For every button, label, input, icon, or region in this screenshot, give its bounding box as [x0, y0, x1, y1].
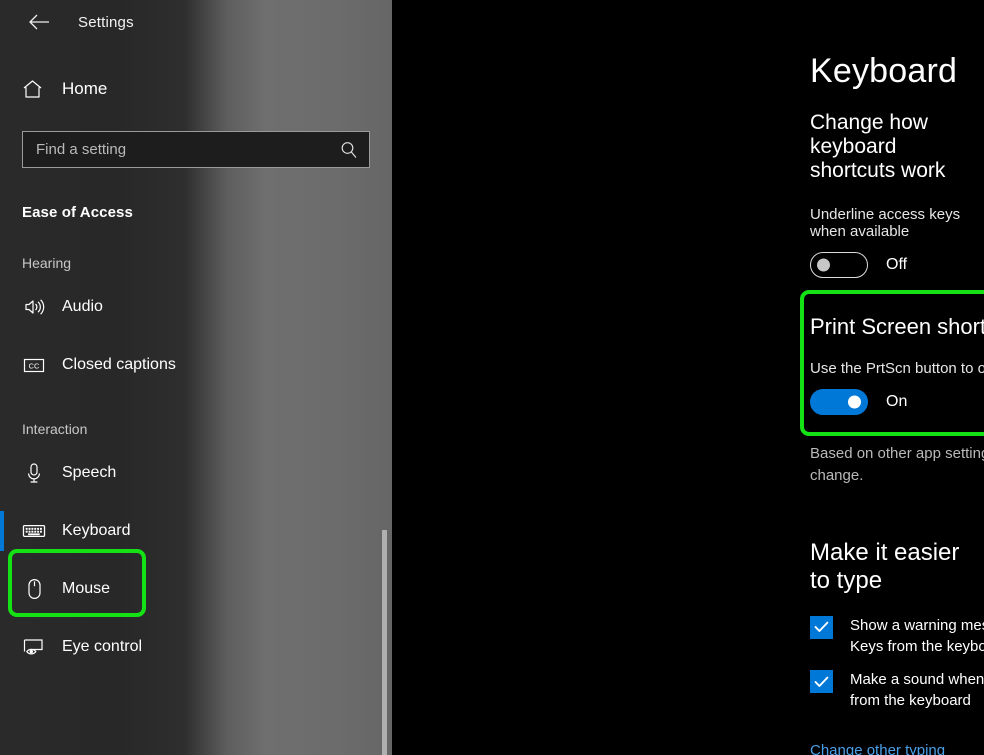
checkbox-row-sticky-warning[interactable]: Show a warning message when turning on S…: [810, 615, 984, 658]
check-icon: [814, 621, 829, 632]
checkbox-row-sticky-sound[interactable]: Make a sound when turning Sticky Keys, T…: [810, 669, 984, 712]
sidebar-category-title: Ease of Access: [22, 204, 133, 221]
page-title: Keyboard: [810, 52, 958, 90]
search-input[interactable]: [36, 141, 339, 158]
search-box[interactable]: [22, 131, 370, 168]
settings-sidebar: Settings Home Ease o: [0, 0, 392, 755]
toggle-knob: [848, 395, 861, 409]
sidebar-item-label-home: Home: [62, 79, 108, 98]
checkbox-sticky-warning[interactable]: [810, 615, 833, 639]
checkbox-sticky-sound[interactable]: [810, 670, 833, 694]
sidebar-item-label-mouse: Mouse: [62, 580, 111, 597]
sidebar-item-eye-control[interactable]: Eye control: [0, 625, 392, 669]
title-bar: Settings: [0, 0, 392, 44]
sidebar-item-mouse[interactable]: Mouse: [0, 567, 392, 611]
sidebar-item-label-audio: Audio: [62, 298, 103, 315]
underline-access-keys-state: Off: [886, 256, 908, 273]
section-heading-typing: Make it easier to type: [810, 538, 960, 594]
back-button[interactable]: [22, 7, 56, 37]
keyboard-icon: [22, 519, 46, 543]
sidebar-item-label-eye-control: Eye control: [62, 638, 143, 655]
speaker-icon: [22, 295, 46, 319]
toggle-knob: [817, 258, 830, 272]
print-screen-description: Use the PrtScn button to open screen sni…: [810, 360, 984, 377]
section-heading-shortcuts: Change how keyboard shortcuts work: [810, 111, 946, 182]
underline-access-keys-toggle[interactable]: [810, 252, 868, 278]
closed-captions-icon: CC: [22, 353, 46, 377]
settings-content-pane: Keyboard Change how keyboard shortcuts w…: [392, 0, 984, 755]
sidebar-item-label-closed-captions: Closed captions: [62, 356, 176, 373]
change-other-typing-options-link[interactable]: Change other typing options: [810, 742, 984, 755]
eye-control-icon: [22, 635, 46, 659]
sidebar-group-label-hearing: Hearing: [22, 255, 72, 271]
window-title: Settings: [78, 13, 134, 31]
restart-note: Based on other app settings, you might n…: [810, 445, 984, 484]
mouse-icon: [22, 577, 46, 601]
sidebar-item-keyboard[interactable]: Keyboard: [0, 509, 392, 553]
check-icon: [814, 676, 829, 687]
search-icon[interactable]: [339, 140, 359, 160]
sidebar-scrollbar-thumb[interactable]: [382, 530, 387, 755]
underline-access-keys-row: Off: [810, 252, 984, 278]
sidebar-item-label-speech: Speech: [62, 464, 117, 481]
sidebar-item-label-keyboard: Keyboard: [62, 522, 131, 539]
svg-text:CC: CC: [29, 361, 40, 370]
settings-window: Settings Home Ease o: [0, 0, 984, 755]
microphone-icon: [22, 461, 46, 485]
sidebar-item-audio[interactable]: Audio: [0, 285, 392, 329]
back-arrow-icon: [28, 14, 50, 30]
sidebar-item-closed-captions[interactable]: CC Closed captions: [0, 343, 392, 387]
sidebar-group-label-interaction: Interaction: [22, 421, 88, 437]
print-screen-title: Print Screen shortcut: [810, 314, 984, 339]
checkbox-label-sticky-sound: Make a sound when turning Sticky Keys, T…: [850, 671, 984, 710]
print-screen-shortcut-section: Print Screen shortcut Use the PrtScn but…: [800, 290, 984, 436]
print-screen-toggle[interactable]: [810, 389, 868, 415]
underline-access-keys-label: Underline access keys when available: [810, 206, 961, 240]
print-screen-toggle-row: On: [810, 389, 984, 415]
print-screen-state: On: [886, 393, 908, 410]
sidebar-item-home[interactable]: Home: [0, 69, 392, 109]
home-icon: [22, 79, 48, 99]
checkbox-label-sticky-warning: Show a warning message when turning on S…: [850, 616, 984, 655]
sidebar-item-speech[interactable]: Speech: [0, 451, 392, 495]
